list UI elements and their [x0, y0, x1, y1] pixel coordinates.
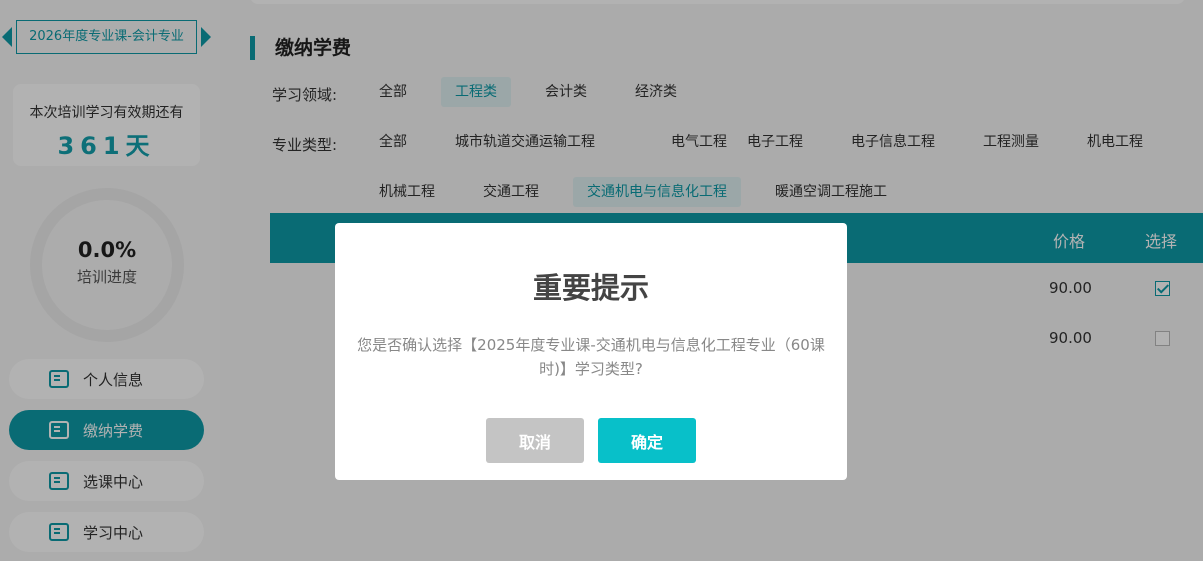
dialog-message: 您是否确认选择【2025年度专业课-交通机电与信息化工程专业（60课时)】学习类…: [357, 336, 825, 378]
confirm-dialog: 重要提示 您是否确认选择【2025年度专业课-交通机电与信息化工程专业（60课时…: [335, 223, 847, 480]
dialog-title: 重要提示: [532, 271, 649, 305]
confirm-button[interactable]: 确定: [598, 418, 696, 463]
cancel-button[interactable]: 取消: [486, 418, 584, 463]
